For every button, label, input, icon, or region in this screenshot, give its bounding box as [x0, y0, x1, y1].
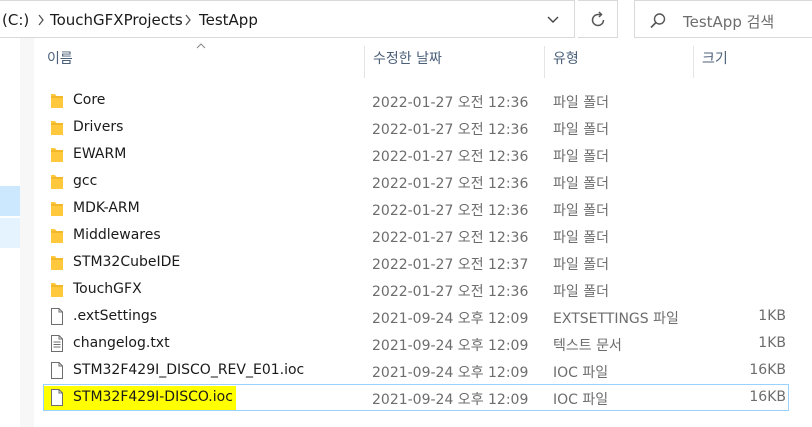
- file-type: 파일 폴더: [553, 95, 609, 111]
- file-size: 1KB: [758, 335, 786, 351]
- file-icon: [50, 362, 64, 379]
- address-bar[interactable]: (C:) TouchGFXProjects TestApp: [0, 0, 575, 38]
- file-type: 파일 폴더: [553, 203, 609, 219]
- file-name: Drivers: [73, 119, 124, 135]
- sort-up-icon: [196, 43, 206, 49]
- column-divider[interactable]: [544, 46, 545, 78]
- file-type: 파일 폴더: [553, 176, 609, 192]
- folder-icon: [50, 146, 64, 163]
- file-type: IOC 파일: [553, 365, 609, 381]
- file-name: Middlewares: [73, 227, 161, 243]
- file-date: 2021-09-24 오후 12:09: [372, 311, 529, 327]
- folder-icon: [50, 281, 64, 298]
- column-header-size[interactable]: 크기: [702, 48, 728, 78]
- breadcrumb-touchgfxprojects[interactable]: TouchGFXProjects: [50, 11, 183, 29]
- folder-icon: [50, 254, 64, 271]
- file-name: MDK-ARM: [73, 200, 140, 216]
- file-row[interactable]: EWARM 2022-01-27 오전 12:36 파일 폴더: [43, 141, 789, 168]
- column-header-name[interactable]: 이름: [47, 48, 73, 78]
- column-header-type[interactable]: 유형: [553, 48, 579, 78]
- file-name: .extSettings: [73, 308, 158, 324]
- file-name: EWARM: [73, 146, 127, 162]
- file-name: STM32CubeIDE: [73, 254, 181, 270]
- nav-item-selected[interactable]: [0, 186, 20, 216]
- file-row[interactable]: STM32CubeIDE 2022-01-27 오전 12:37 파일 폴더: [43, 249, 789, 276]
- text-file-icon: [50, 335, 64, 352]
- file-date: 2022-01-27 오전 12:36: [372, 95, 529, 111]
- file-name: gcc: [73, 173, 98, 189]
- file-row[interactable]: Drivers 2022-01-27 오전 12:36 파일 폴더: [43, 114, 789, 141]
- file-row[interactable]: TouchGFX 2022-01-27 오전 12:36 파일 폴더: [43, 276, 789, 303]
- file-icon: [50, 308, 64, 325]
- chevron-down-icon[interactable]: [546, 14, 560, 26]
- folder-icon: [50, 173, 64, 190]
- file-name: TouchGFX: [73, 281, 142, 297]
- column-divider[interactable]: [693, 46, 694, 78]
- file-row[interactable]: STM32F429I_DISCO_REV_E01.ioc 2021-09-24 오…: [43, 357, 789, 384]
- search-box[interactable]: TestApp 검색: [634, 0, 812, 38]
- file-list: Core 2022-01-27 오전 12:36 파일 폴더 Drivers 2022-…: [43, 87, 812, 411]
- breadcrumb-testapp[interactable]: TestApp: [199, 11, 258, 29]
- navigation-pane[interactable]: [0, 38, 20, 427]
- file-date: 2021-09-24 오후 12:09: [372, 338, 529, 354]
- file-name: STM32F429I-DISCO.ioc: [73, 389, 233, 405]
- file-type: 파일 폴더: [553, 149, 609, 165]
- file-type: 파일 폴더: [553, 230, 609, 246]
- file-type: EXTSETTINGS 파일: [553, 311, 679, 327]
- file-row[interactable]: .extSettings 2021-09-24 오후 12:09 EXTSETTIN…: [43, 303, 789, 330]
- breadcrumb-drive[interactable]: (C:): [2, 11, 29, 29]
- file-date: 2022-01-27 오전 12:36: [372, 122, 529, 138]
- file-row[interactable]: Middlewares 2022-01-27 오전 12:36 파일 폴더: [43, 222, 789, 249]
- folder-icon: [50, 227, 64, 244]
- file-type: 텍스트 문서: [553, 338, 622, 354]
- file-row[interactable]: STM32F429I-DISCO.ioc 2021-09-24 오후 12:09 I…: [43, 384, 789, 411]
- file-date: 2022-01-27 오전 12:36: [372, 203, 529, 219]
- chevron-right-icon[interactable]: [36, 12, 46, 28]
- file-date: 2022-01-27 오전 12:36: [372, 176, 529, 192]
- file-size: 16KB: [749, 362, 786, 378]
- file-size: 1KB: [758, 308, 786, 324]
- file-name: STM32F429I_DISCO_REV_E01.ioc: [73, 362, 305, 378]
- file-row[interactable]: gcc 2022-01-27 오전 12:36 파일 폴더: [43, 168, 789, 195]
- refresh-button[interactable]: [578, 0, 618, 38]
- file-date: 2022-01-27 오전 12:36: [372, 230, 529, 246]
- file-type: 파일 폴더: [553, 284, 609, 300]
- file-date: 2022-01-27 오전 12:36: [372, 284, 529, 300]
- file-size: 16KB: [749, 389, 786, 405]
- search-icon: [650, 13, 666, 29]
- file-name: Core: [73, 92, 106, 108]
- file-type: 파일 폴더: [553, 122, 609, 138]
- folder-icon: [50, 119, 64, 136]
- column-header-date[interactable]: 수정한 날짜: [373, 48, 442, 78]
- file-icon: [50, 389, 64, 406]
- file-date: 2021-09-24 오후 12:09: [372, 365, 529, 381]
- search-placeholder: TestApp 검색: [683, 13, 775, 31]
- nav-item-hover[interactable]: [0, 218, 20, 248]
- file-name: changelog.txt: [73, 335, 170, 351]
- chevron-right-icon[interactable]: [183, 12, 193, 28]
- file-row[interactable]: Core 2022-01-27 오전 12:36 파일 폴더: [43, 87, 789, 114]
- column-divider[interactable]: [364, 46, 365, 78]
- folder-icon: [50, 92, 64, 109]
- file-row[interactable]: changelog.txt 2021-09-24 오후 12:09 텍스트 문서 1K…: [43, 330, 789, 357]
- file-row[interactable]: MDK-ARM 2022-01-27 오전 12:36 파일 폴더: [43, 195, 789, 222]
- file-date: 2022-01-27 오전 12:37: [372, 257, 529, 273]
- file-type: 파일 폴더: [553, 257, 609, 273]
- file-type: IOC 파일: [553, 392, 609, 408]
- folder-icon: [50, 200, 64, 217]
- nav-scrollbar[interactable]: [20, 38, 34, 427]
- file-date: 2022-01-27 오전 12:36: [372, 149, 529, 165]
- refresh-icon: [591, 11, 605, 27]
- file-date: 2021-09-24 오후 12:09: [372, 392, 529, 408]
